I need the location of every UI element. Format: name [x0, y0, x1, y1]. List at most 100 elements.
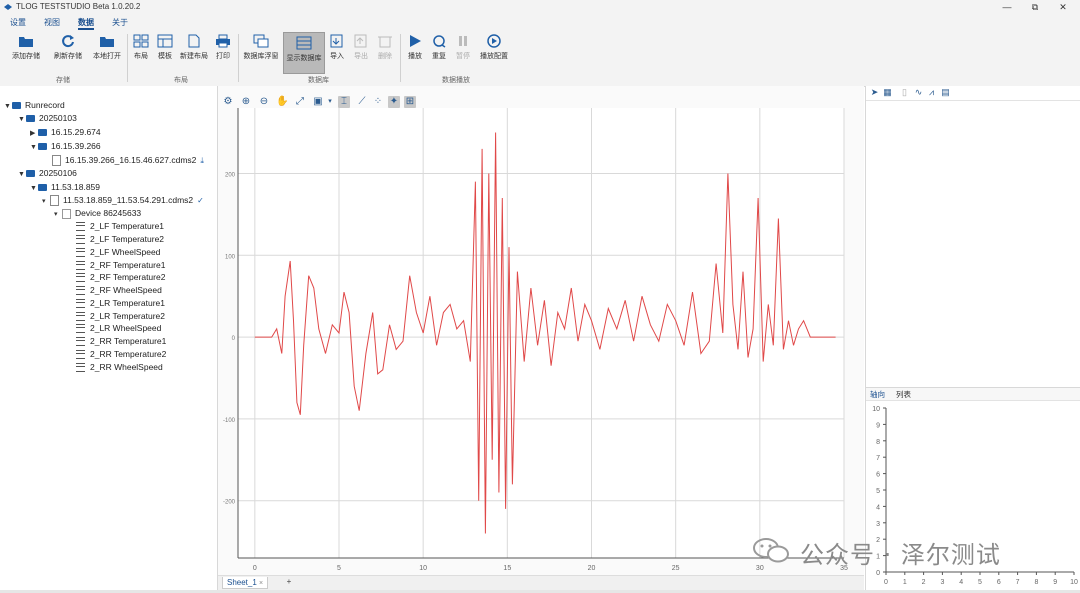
- scatter-mode-icon[interactable]: ⁘: [372, 96, 384, 108]
- app-title: TLOG TESTSTUDIO Beta 1.0.20.2: [16, 2, 141, 11]
- collapse-arrow-icon[interactable]: ▼: [30, 182, 38, 195]
- folder-icon: [38, 184, 47, 192]
- tree-channel[interactable]: 2_LF Temperature1: [76, 220, 164, 233]
- menu-bar: 设置 视图 数据 关于: [0, 14, 1080, 30]
- expand-arrow-icon[interactable]: ▶: [30, 127, 38, 140]
- add-storage-button[interactable]: 添加存储: [6, 34, 46, 72]
- tree-folder-161539266[interactable]: ▼ 16.15.39.266: [30, 140, 101, 153]
- tree-file-115318859[interactable]: ▾ 11.53.18.859_11.53.54.291.cdms2 ✓: [42, 194, 204, 207]
- play-button[interactable]: 播放: [404, 34, 426, 72]
- mini-x-tick-label: 5: [978, 579, 982, 586]
- minimize-button[interactable]: —: [996, 1, 1018, 13]
- maximize-button[interactable]: ⧉: [1024, 1, 1046, 13]
- tree-channel[interactable]: 2_RR Temperature2: [76, 348, 166, 361]
- close-button[interactable]: ✕: [1052, 1, 1074, 13]
- cursor-icon[interactable]: ⌶: [338, 96, 350, 108]
- tree-channel[interactable]: 2_RF WheelSpeed: [76, 284, 162, 297]
- mini-x-tick-label: 9: [1053, 579, 1057, 586]
- mini-y-tick-label: 3: [876, 521, 880, 528]
- zoom-in-icon[interactable]: ⊕: [240, 96, 252, 108]
- app-logo-icon: [4, 4, 12, 10]
- collapse-arrow-icon[interactable]: ▼: [18, 113, 26, 126]
- image-icon[interactable]: ▦: [882, 87, 893, 98]
- database-float-button[interactable]: 数据库浮窗: [241, 34, 281, 72]
- tree-channel[interactable]: 2_RF Temperature2: [76, 271, 165, 284]
- menu-about[interactable]: 关于: [112, 17, 128, 28]
- settings-icon[interactable]: ⚙: [222, 96, 234, 108]
- refresh-storage-button[interactable]: 刷新存储: [48, 34, 88, 72]
- tree-device[interactable]: ▾ Device 86245633: [54, 207, 141, 220]
- add-sheet-button[interactable]: +: [284, 577, 294, 586]
- tree-channel[interactable]: 2_LR WheelSpeed: [76, 322, 161, 335]
- chart-icon[interactable]: ⩘: [926, 87, 937, 98]
- playback-config-button[interactable]: 播放配置: [476, 34, 512, 72]
- mini-y-tick-label: 9: [876, 422, 880, 429]
- zoom-out-icon[interactable]: ⊖: [258, 96, 270, 108]
- delete-button[interactable]: 删除: [374, 34, 396, 72]
- line-mode-icon[interactable]: ⟋: [356, 96, 368, 108]
- line-chart[interactable]: 0 5 10 15 20 25 30 352001000-100-200: [218, 86, 864, 575]
- wechat-icon: [753, 538, 789, 563]
- watermark: 公众号 · 泽尔测试: [752, 532, 1052, 569]
- channel-icon: [76, 312, 85, 322]
- loaded-check-icon: ✓: [197, 196, 204, 205]
- pan-icon[interactable]: ✋: [276, 96, 288, 108]
- document-icon[interactable]: ▯: [899, 87, 910, 98]
- x-tick-label: 30: [756, 565, 764, 572]
- collapse-arrow-icon[interactable]: ▼: [18, 168, 26, 181]
- record-tree: ▼ Runrecord ▼ 20250103 ▶ 16.15.29.674 ▼ 16.1…: [0, 86, 218, 590]
- collapse-arrow-icon[interactable]: ▼: [4, 100, 12, 113]
- tree-file-161539266[interactable]: 16.15.39.266_16.15.46.627.cdms2 ⤓: [52, 154, 204, 167]
- print-button[interactable]: 打印: [212, 34, 234, 72]
- wave-icon[interactable]: ∿: [913, 87, 924, 98]
- menu-view[interactable]: 视图: [44, 17, 60, 28]
- tab-list[interactable]: 列表: [896, 389, 911, 400]
- sheet-tab[interactable]: Sheet_1 ×: [222, 577, 269, 589]
- collapse-arrow-icon[interactable]: ▼: [30, 141, 38, 154]
- tree-root[interactable]: ▼ Runrecord: [4, 99, 65, 112]
- tree-folder-20250106[interactable]: ▼ 20250106: [18, 167, 77, 180]
- tree-folder-20250103[interactable]: ▼ 20250103: [18, 112, 77, 125]
- collapse-arrow-icon[interactable]: ▾: [54, 208, 62, 221]
- tree-folder-115318859[interactable]: ▼ 11.53.18.859: [30, 181, 100, 194]
- highlight-icon[interactable]: ✦: [388, 96, 400, 108]
- ruler-icon[interactable]: ⊞: [404, 96, 416, 108]
- file-icon: [50, 195, 59, 207]
- dropdown-icon[interactable]: ▾: [324, 96, 336, 108]
- tree-channel[interactable]: 2_LF WheelSpeed: [76, 246, 160, 259]
- close-icon[interactable]: ×: [259, 580, 263, 587]
- print-icon: [216, 34, 230, 48]
- screenshot-icon[interactable]: ▣: [312, 96, 324, 108]
- mini-y-tick-label: 7: [876, 455, 880, 462]
- open-local-button[interactable]: 本地打开: [90, 34, 124, 72]
- tree-channel[interactable]: 2_RR WheelSpeed: [76, 361, 163, 374]
- tab-axis[interactable]: 轴向: [870, 389, 885, 400]
- template-button[interactable]: 模板: [154, 34, 176, 72]
- repeat-icon: [433, 35, 446, 48]
- mini-x-tick-label: 0: [884, 579, 888, 586]
- menu-settings[interactable]: 设置: [10, 17, 26, 28]
- pin-icon[interactable]: ➤: [869, 87, 880, 98]
- menu-data[interactable]: 数据: [78, 17, 94, 30]
- repeat-button[interactable]: 重复: [428, 34, 450, 72]
- template-icon: [157, 34, 173, 48]
- layout-button[interactable]: 布局: [130, 34, 152, 72]
- zoom-fit-icon[interactable]: ⤢: [294, 96, 306, 108]
- pause-button[interactable]: 暂停: [452, 34, 474, 72]
- new-layout-button[interactable]: 新建布局: [178, 34, 210, 72]
- tree-channel[interactable]: 2_RR Temperature1: [76, 335, 166, 348]
- import-button[interactable]: 导入: [326, 34, 348, 72]
- tree-channel[interactable]: 2_LF Temperature2: [76, 233, 164, 246]
- table-icon[interactable]: ▤: [940, 87, 951, 98]
- tree-channel[interactable]: 2_LR Temperature1: [76, 297, 165, 310]
- properties-toolbar: ➤ ▦ ▯ ∿ ⩘ ▤: [866, 86, 1080, 101]
- download-icon[interactable]: ⤓: [200, 154, 204, 167]
- export-button[interactable]: 导出: [350, 34, 372, 72]
- tree-folder-161529674[interactable]: ▶ 16.15.29.674: [30, 126, 101, 139]
- collapse-arrow-icon[interactable]: ▾: [42, 195, 50, 208]
- mini-y-tick-label: 0: [876, 570, 880, 577]
- device-icon: [62, 208, 71, 219]
- ribbon-toolbar: 添加存储 刷新存储 本地打开 布局 模板 新建布局 打印 数据库浮窗 显示数据库…: [0, 30, 1080, 87]
- show-database-button[interactable]: 显示数据库: [283, 32, 325, 74]
- channel-icon: [76, 222, 85, 232]
